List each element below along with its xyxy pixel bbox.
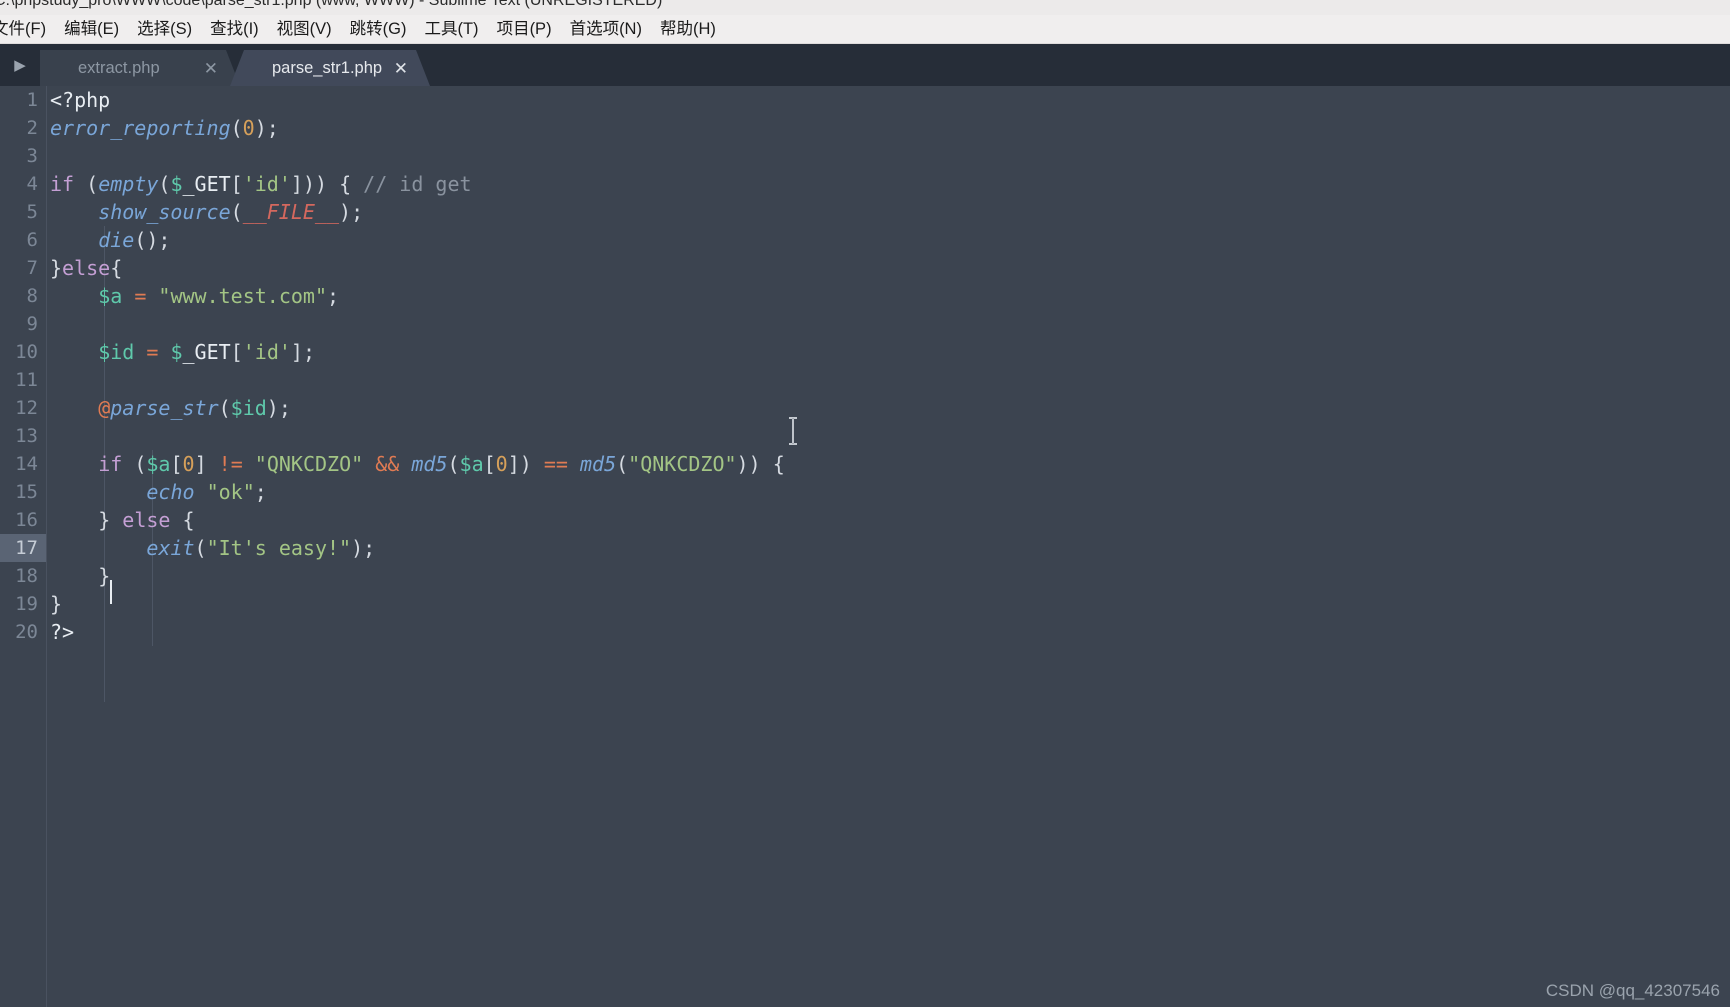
line-number: 7 <box>26 257 38 279</box>
line-number: 15 <box>15 481 38 503</box>
code-line: } else { <box>98 508 195 532</box>
line-number: 18 <box>15 565 38 587</box>
menu-project[interactable]: 项目(P) <box>488 15 561 43</box>
gutter-divider <box>46 86 47 1007</box>
code-line: @parse_str($id); <box>98 396 291 420</box>
line-number: 20 <box>15 621 38 643</box>
sublime-text-window: C:\phpstudy_pro\WWW\code\parse_str1.php … <box>0 0 1730 1007</box>
line-number: 14 <box>15 453 38 475</box>
line-number: 13 <box>15 425 38 447</box>
tab-bar: ▶ extract.php ✕ parse_str1.php ✕ <box>0 44 1730 86</box>
line-number: 9 <box>26 313 38 335</box>
title-bar: C:\phpstudy_pro\WWW\code\parse_str1.php … <box>0 0 1730 15</box>
menu-preferences[interactable]: 首选项(N) <box>561 15 651 43</box>
tab-extract-php[interactable]: extract.php ✕ <box>40 50 240 86</box>
tab-parse-str1-php[interactable]: parse_str1.php ✕ <box>230 50 430 86</box>
menu-view[interactable]: 视图(V) <box>268 15 341 43</box>
line-number: 11 <box>15 369 38 391</box>
line-number: 6 <box>26 229 38 251</box>
code-line: } <box>50 592 63 616</box>
line-number: 4 <box>26 173 38 195</box>
line-number: 5 <box>26 201 38 223</box>
line-number: 17 <box>0 534 46 562</box>
line-number: 1 <box>26 89 38 111</box>
code-line: die(); <box>98 228 171 252</box>
code-line: }else{ <box>50 256 123 280</box>
line-number-gutter: 1 2 3 4 5 6 7 8 9 10 11 12 13 14 15 16 17 18 19 20 <box>0 86 46 1007</box>
line-number: 12 <box>15 397 38 419</box>
code-editor[interactable]: 1 2 3 4 5 6 7 8 9 10 11 12 13 14 15 16 17 18 19 20 <?php err… <box>0 86 1730 1007</box>
line-number: 19 <box>15 593 38 615</box>
tab-label: parse_str1.php <box>272 58 383 77</box>
menu-goto[interactable]: 跳转(G) <box>341 15 416 43</box>
code-line: error_reporting(0); <box>50 116 279 140</box>
csdn-watermark: CSDN @qq_42307546 <box>1545 981 1720 1000</box>
code-line: exit("It's easy!"); <box>146 536 376 560</box>
line-number: 16 <box>15 509 38 531</box>
line-number: 3 <box>26 145 38 167</box>
code-line: <?php <box>50 88 111 112</box>
menu-edit[interactable]: 编辑(E) <box>55 15 128 43</box>
line-number: 10 <box>15 341 38 363</box>
mouse-cursor-ibeam-icon <box>789 417 797 445</box>
tab-scroll-arrow-icon[interactable]: ▶ <box>0 44 40 86</box>
code-line: } <box>98 564 111 588</box>
code-line: $a = "www.test.com"; <box>98 284 340 308</box>
close-icon[interactable]: ✕ <box>394 60 408 77</box>
code-line: echo "ok"; <box>146 480 267 504</box>
window-title: C:\phpstudy_pro\WWW\code\parse_str1.php … <box>0 0 663 9</box>
close-icon[interactable]: ✕ <box>204 60 218 77</box>
code-line: $id = $_GET['id']; <box>98 340 315 364</box>
code-line: show_source(__FILE__); <box>98 200 364 224</box>
text-caret <box>110 580 112 604</box>
menu-help[interactable]: 帮助(H) <box>651 15 725 43</box>
menu-file[interactable]: 文件(F) <box>0 15 55 43</box>
line-number: 2 <box>26 117 38 139</box>
code-line: if ($a[0] != "QNKCDZO" && md5($a[0]) == … <box>98 452 785 476</box>
code-line: if (empty($_GET['id'])) { // id get <box>50 172 472 196</box>
menu-tools[interactable]: 工具(T) <box>415 15 487 43</box>
line-number: 8 <box>26 285 38 307</box>
code-content: <?php error_reporting(0); if (empty($_GET… <box>50 86 785 646</box>
menu-bar: 文件(F)编辑(E)选择(S)查找(I)视图(V)跳转(G)工具(T)项目(P)… <box>0 15 1730 44</box>
code-line: ?> <box>50 620 75 644</box>
tab-label: extract.php <box>78 58 160 77</box>
menu-selection[interactable]: 选择(S) <box>128 15 201 43</box>
menu-find[interactable]: 查找(I) <box>201 15 268 43</box>
